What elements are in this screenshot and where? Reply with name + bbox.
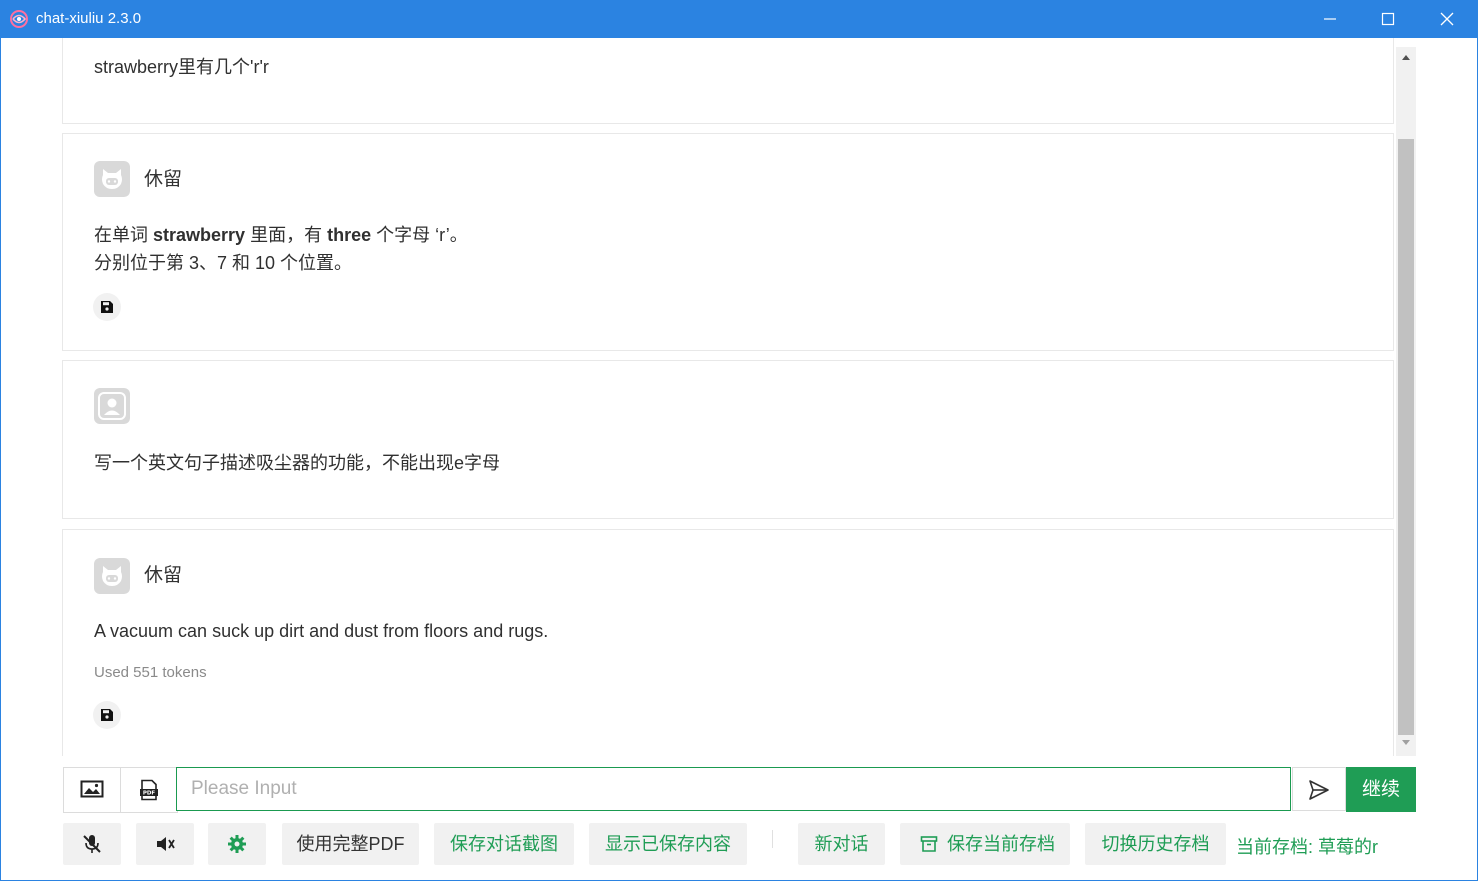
bot-avatar-icon	[102, 169, 122, 189]
window-title: chat-xiuliu 2.3.0	[36, 10, 142, 27]
bold-word: three	[327, 225, 372, 245]
user-message-card: 写一个英文句子描述吸尘器的功能，不能出现e字母	[62, 360, 1394, 519]
user-message-card: strawberry里有几个'r'r	[62, 38, 1394, 124]
gear-icon	[228, 835, 246, 853]
send-icon	[1309, 780, 1329, 800]
bot-avatar	[94, 161, 130, 197]
mic-toggle-button[interactable]	[63, 823, 121, 865]
svg-text:PDF: PDF	[143, 791, 156, 797]
app-logo-icon	[10, 10, 28, 28]
minimize-button[interactable]	[1301, 0, 1359, 38]
assistant-name: 休留	[144, 169, 183, 190]
chat-area: strawberry里有几个'r'r 休留 在单词 strawberry 里面，…	[62, 38, 1396, 756]
show-saved-button[interactable]: 显示已保存内容	[589, 823, 747, 865]
text-segment: 个字母 ‘r’。	[371, 225, 468, 245]
speaker-toggle-button[interactable]	[136, 823, 194, 865]
assistant-name: 休留	[144, 565, 183, 586]
bold-word: strawberry	[153, 225, 246, 245]
assistant-message-card: 休留 在单词 strawberry 里面，有 three 个字母 ‘r’。 分别…	[62, 133, 1394, 351]
save-icon	[101, 301, 113, 313]
send-button[interactable]	[1292, 767, 1346, 811]
assistant-message-card: 休留 A vacuum can suck up dirt and dust fr…	[62, 529, 1394, 756]
title-bar: chat-xiuliu 2.3.0	[0, 0, 1478, 38]
continue-button[interactable]: 继续	[1346, 767, 1416, 812]
archive-icon	[920, 836, 938, 852]
full-pdf-button[interactable]: 使用完整PDF	[282, 823, 419, 865]
mic-off-icon	[83, 835, 101, 853]
speaker-off-icon	[157, 837, 175, 851]
user-avatar-icon	[98, 392, 126, 420]
assistant-message-line-2: 分别位于第 3、7 和 10 个位置。	[94, 253, 353, 273]
text-segment: 在单词	[94, 225, 154, 245]
scroll-down-icon[interactable]	[1401, 739, 1411, 747]
save-screenshot-button[interactable]: 保存对话截图	[434, 823, 574, 865]
user-avatar	[94, 388, 130, 424]
save-archive-label: 保存当前存档	[947, 834, 1055, 854]
user-message-text: 写一个英文句子描述吸尘器的功能，不能出现e字母	[94, 453, 501, 473]
new-chat-button[interactable]: 新对话	[798, 823, 885, 865]
bot-avatar-icon	[102, 566, 122, 586]
pdf-icon: PDF	[140, 779, 158, 801]
settings-button[interactable]	[208, 823, 266, 865]
close-button[interactable]	[1418, 0, 1476, 38]
toolbar-divider	[772, 830, 773, 848]
save-archive-button[interactable]: 保存当前存档	[900, 823, 1070, 865]
message-input[interactable]	[176, 767, 1291, 811]
upload-pdf-button[interactable]: PDF	[120, 767, 178, 813]
save-icon	[101, 709, 113, 721]
current-archive-status: 当前存档: 草莓的r	[1236, 837, 1378, 857]
assistant-message-text: A vacuum can suck up dirt and dust from …	[94, 621, 549, 641]
save-message-button[interactable]	[93, 701, 121, 729]
scrollbar-thumb[interactable]	[1398, 139, 1414, 735]
chat-scrollbar[interactable]	[1396, 47, 1416, 756]
text-segment: 里面，有	[245, 225, 328, 245]
upload-image-button[interactable]	[63, 767, 121, 813]
maximize-button[interactable]	[1359, 0, 1417, 38]
bot-avatar	[94, 558, 130, 594]
switch-archive-button[interactable]: 切换历史存档	[1085, 823, 1226, 865]
image-icon	[80, 780, 104, 798]
user-message-text: strawberry里有几个'r'r	[94, 57, 269, 77]
maximize-icon	[1381, 12, 1395, 26]
close-icon	[1440, 12, 1454, 26]
scroll-up-icon[interactable]	[1401, 53, 1411, 61]
assistant-message-line-1: 在单词 strawberry 里面，有 three 个字母 ‘r’。	[94, 221, 468, 249]
token-usage: Used 551 tokens	[94, 664, 207, 681]
minimize-icon	[1324, 18, 1336, 20]
save-message-button[interactable]	[93, 293, 121, 321]
